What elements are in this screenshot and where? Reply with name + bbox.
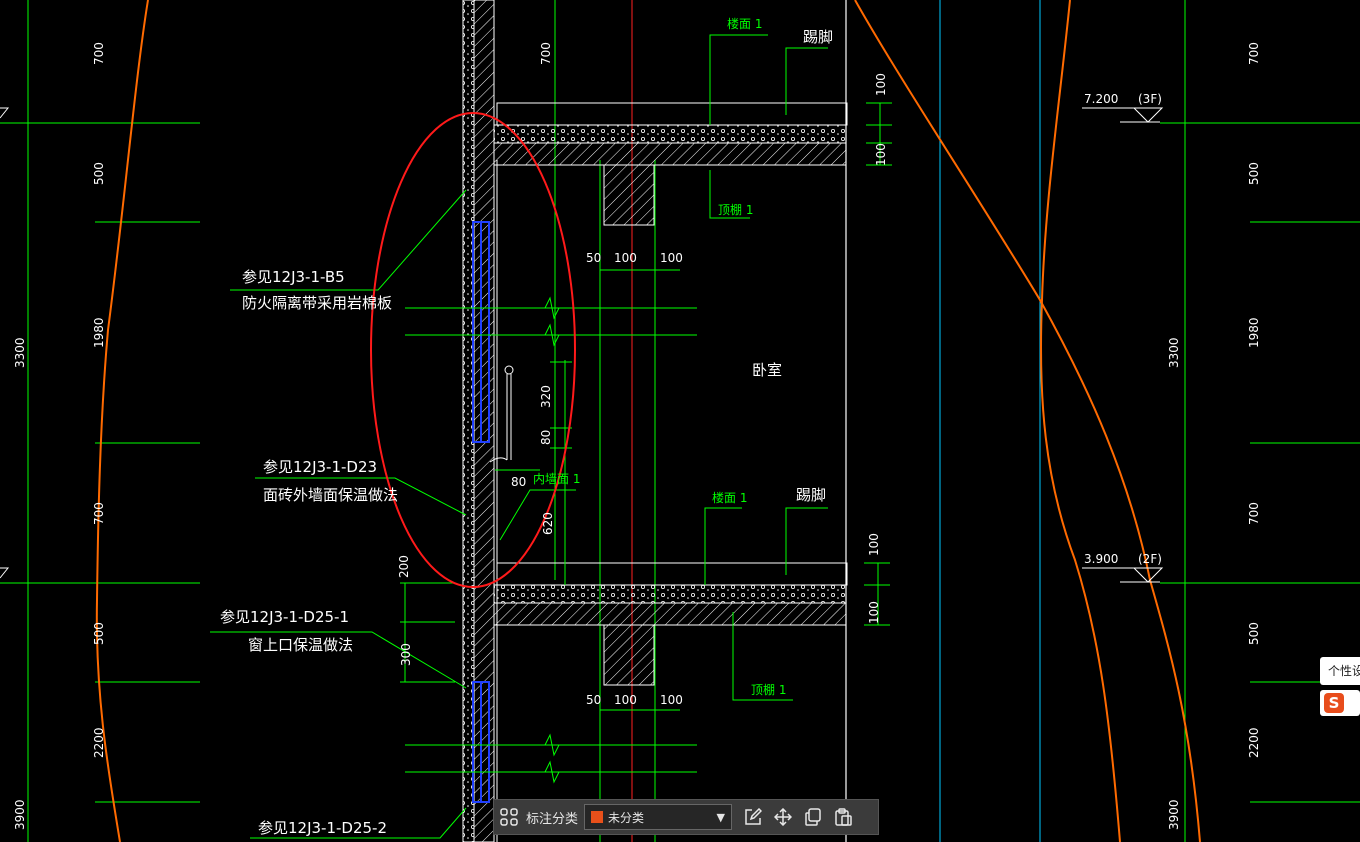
svg-text:楼面 1: 楼面 1 — [712, 490, 747, 505]
svg-text:700: 700 — [539, 42, 553, 65]
svg-text:50: 50 — [586, 251, 601, 265]
svg-text:(3F): (3F) — [1138, 92, 1162, 106]
paste-icon[interactable] — [828, 802, 858, 832]
svg-text:3300: 3300 — [1167, 337, 1181, 368]
svg-text:1980: 1980 — [1247, 317, 1261, 348]
svg-text:参见12J3-1-B5: 参见12J3-1-B5 — [242, 268, 345, 286]
svg-text:楼面 1: 楼面 1 — [727, 16, 762, 31]
grid-apps-icon[interactable] — [494, 802, 524, 832]
svg-text:500: 500 — [92, 162, 106, 185]
svg-text:100: 100 — [874, 73, 888, 96]
svg-text:100: 100 — [874, 143, 888, 166]
svg-text:顶棚 1: 顶棚 1 — [718, 202, 753, 217]
right-dimension-texts: 3300 3900 700 500 1980 700 500 2200 — [1167, 42, 1261, 830]
svg-text:面砖外墙面保温做法: 面砖外墙面保温做法 — [263, 486, 398, 504]
svg-text:80: 80 — [539, 430, 553, 445]
svg-text:100: 100 — [660, 251, 683, 265]
svg-text:500: 500 — [92, 622, 106, 645]
svg-text:320: 320 — [539, 385, 553, 408]
svg-text:700: 700 — [1247, 42, 1261, 65]
svg-text:100: 100 — [867, 533, 881, 556]
svg-text:3900: 3900 — [13, 799, 27, 830]
svg-text:3900: 3900 — [1167, 799, 1181, 830]
category-select-value: 未分类 — [608, 810, 645, 825]
svg-text:700: 700 — [92, 502, 106, 525]
svg-text:7.200: 7.200 — [1084, 92, 1118, 106]
edit-icon[interactable] — [738, 802, 768, 832]
copy-icon[interactable] — [798, 802, 828, 832]
svg-text:200: 200 — [397, 555, 411, 578]
svg-text:700: 700 — [92, 42, 106, 65]
svg-text:1980: 1980 — [92, 317, 106, 348]
svg-text:700: 700 — [1247, 502, 1261, 525]
level-markers — [0, 107, 1164, 583]
category-select[interactable]: 未分类 ▼ — [584, 804, 733, 830]
svg-text:踢脚: 踢脚 — [803, 28, 833, 46]
svg-text:内墙面 1: 内墙面 1 — [533, 472, 580, 486]
upper-slab — [493, 102, 848, 226]
svg-text:2200: 2200 — [92, 727, 106, 758]
category-label: 标注分类 — [526, 811, 579, 827]
svg-text:3300: 3300 — [13, 337, 27, 368]
category-color-swatch — [591, 811, 604, 823]
svg-text:(2F): (2F) — [1138, 552, 1162, 566]
svg-text:3.900: 3.900 — [1084, 552, 1118, 566]
svg-text:500: 500 — [1247, 622, 1261, 645]
svg-text:80: 80 — [511, 475, 526, 489]
svg-text:300: 300 — [399, 643, 413, 666]
ime-tooltip: 个性设 — [1320, 657, 1360, 685]
chevron-down-icon: ▼ — [716, 810, 726, 824]
svg-text:100: 100 — [867, 601, 881, 624]
svg-text:踢脚: 踢脚 — [796, 486, 826, 504]
move-icon[interactable] — [768, 802, 798, 832]
svg-text:2200: 2200 — [1247, 727, 1261, 758]
svg-text:620: 620 — [541, 512, 555, 535]
lower-slab — [493, 562, 848, 686]
svg-text:参见12J3-1-D25-2: 参见12J3-1-D25-2 — [258, 819, 387, 837]
svg-text:500: 500 — [1247, 162, 1261, 185]
annotation-toolbar: 标注分类 未分类 ▼ — [493, 799, 879, 835]
svg-text:窗上口保温做法: 窗上口保温做法 — [248, 636, 353, 654]
level-texts: 7.200 (3F) 3.900 (2F) — [1084, 92, 1162, 566]
svg-text:顶棚 1: 顶棚 1 — [751, 682, 786, 697]
cyan-lines — [939, 0, 1041, 842]
cad-drawing-canvas[interactable]: 卧室 7.200 (3F) 3.900 (2F) 3300 3900 700 5… — [0, 0, 1360, 842]
ime-logo-icon[interactable]: S — [1320, 690, 1360, 716]
exterior-wall-hatch — [473, 0, 495, 842]
window-break-lines — [405, 296, 697, 784]
svg-text:50: 50 — [586, 693, 601, 707]
svg-text:100: 100 — [614, 693, 637, 707]
svg-text:防火隔离带采用岩棉板: 防火隔离带采用岩棉板 — [242, 294, 392, 312]
svg-text:参见12J3-1-D23: 参见12J3-1-D23 — [263, 458, 377, 476]
svg-text:100: 100 — [614, 251, 637, 265]
svg-text:参见12J3-1-D25-1: 参见12J3-1-D25-1 — [220, 608, 349, 626]
svg-text:100: 100 — [660, 693, 683, 707]
room-label: 卧室 — [752, 361, 782, 379]
left-dimension-texts: 3300 3900 700 500 1980 700 500 2200 — [13, 42, 106, 830]
